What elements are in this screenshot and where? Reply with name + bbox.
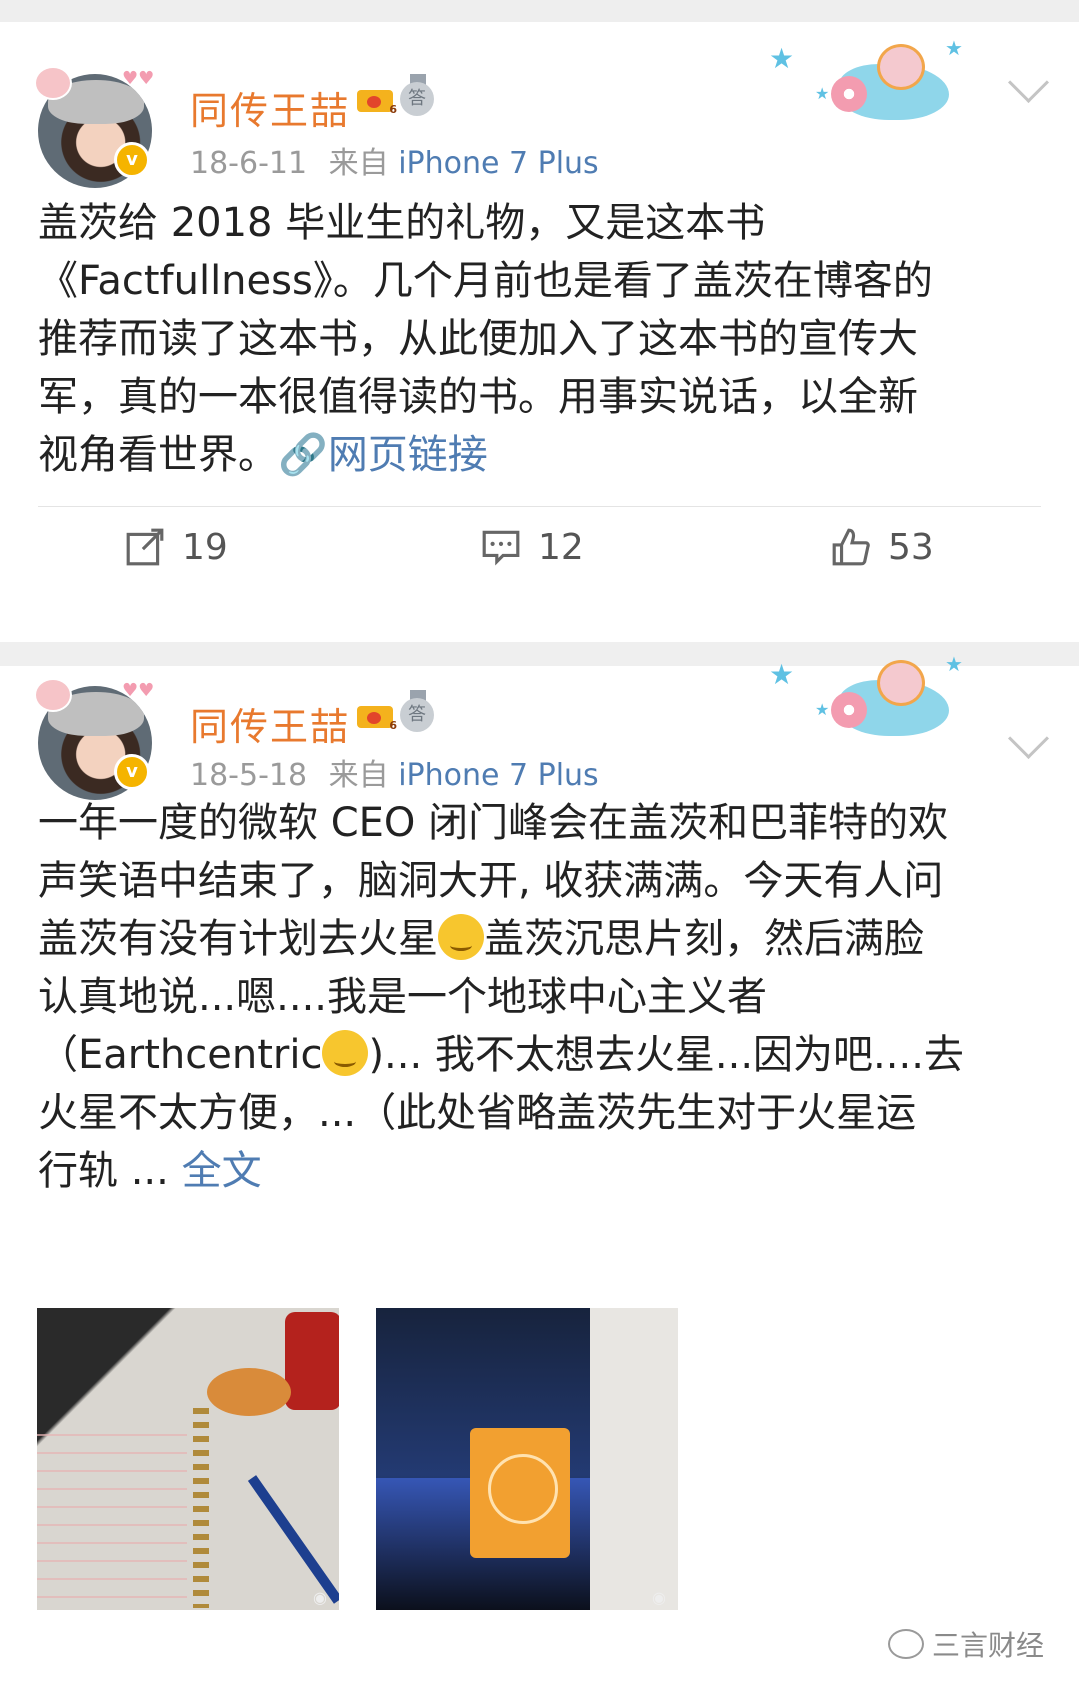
web-link[interactable]: 🔗网页链接 xyxy=(278,432,488,478)
thinking-emoji-icon xyxy=(438,914,484,960)
repost-icon xyxy=(126,528,164,566)
username[interactable]: 同传王喆 xyxy=(190,696,350,751)
verified-badge-icon: v xyxy=(114,754,150,790)
thumbs-up-icon xyxy=(832,528,870,566)
post-text: 盖茨给 2018 毕业生的礼物，又是这本书 《Factfullness》。几个月… xyxy=(38,200,933,478)
verified-badge-icon: v xyxy=(114,142,150,178)
post-meta: 18-6-11 来自 iPhone 7 Plus xyxy=(190,138,599,182)
weibo-post-card: ♥♥ v 同传王喆 6 答 18-6-11 来自 iPhone 7 Plus ★… xyxy=(0,22,1079,642)
weibo-post-card: ♥♥ v 同传王喆 6 答 18-5-18 来自 iPhone 7 Plus ★… xyxy=(0,652,1079,1696)
like-button[interactable]: 53 xyxy=(830,522,934,572)
airplane-sticker-icon: ★ ★ ★ xyxy=(769,652,963,748)
medal-badge-icon: 答 xyxy=(398,74,438,116)
comment-count: 12 xyxy=(538,526,584,568)
hearts-icon: ♥♥ xyxy=(122,68,155,89)
weibo-logo-icon: ◉ xyxy=(313,1588,327,1607)
chevron-down-icon[interactable] xyxy=(1007,61,1050,104)
crown-badge-icon: 6 xyxy=(355,76,397,116)
chevron-down-icon[interactable] xyxy=(1007,717,1050,760)
post-image-notebook[interactable]: ◉ xyxy=(37,1308,339,1610)
comment-button[interactable]: 12 xyxy=(480,522,584,572)
sweat-smile-emoji-icon xyxy=(322,1030,369,1076)
from-label: 来自 xyxy=(328,758,389,793)
pig-sticker-icon xyxy=(34,66,72,100)
link-icon: 🔗 xyxy=(278,432,328,478)
weibo-logo-icon: ◉ xyxy=(652,1588,666,1607)
pig-sticker-icon xyxy=(34,678,72,712)
post-image-conference-stage[interactable]: ◉ xyxy=(376,1308,678,1610)
hearts-icon: ♥♥ xyxy=(122,680,155,701)
wechat-icon xyxy=(888,1629,924,1659)
username[interactable]: 同传王喆 xyxy=(190,80,350,135)
post-date: 18-6-11 xyxy=(190,146,308,181)
medal-badge-icon: 答 xyxy=(398,690,438,732)
post-meta: 18-5-18 来自 iPhone 7 Plus xyxy=(190,750,599,794)
repost-button[interactable]: 19 xyxy=(124,522,228,572)
top-strip xyxy=(0,0,1079,22)
watermark: 三言财经 xyxy=(888,1624,1044,1664)
divider xyxy=(38,506,1041,507)
post-source[interactable]: iPhone 7 Plus xyxy=(398,146,599,181)
post-date: 18-5-18 xyxy=(190,758,308,793)
like-count: 53 xyxy=(888,526,934,568)
post-text: 一年一度的微软 CEO 闭门峰会在盖茨和巴菲特的欢 声笑语中结束了，脑洞大开, … xyxy=(38,800,964,1194)
comment-icon xyxy=(482,530,520,566)
crown-badge-icon: 6 xyxy=(355,692,397,732)
airplane-sticker-icon: ★ ★ ★ xyxy=(769,36,963,132)
full-text-link[interactable]: 全文 xyxy=(182,1148,262,1194)
repost-count: 19 xyxy=(182,526,228,568)
post-source[interactable]: iPhone 7 Plus xyxy=(398,758,599,793)
from-label: 来自 xyxy=(328,146,389,181)
